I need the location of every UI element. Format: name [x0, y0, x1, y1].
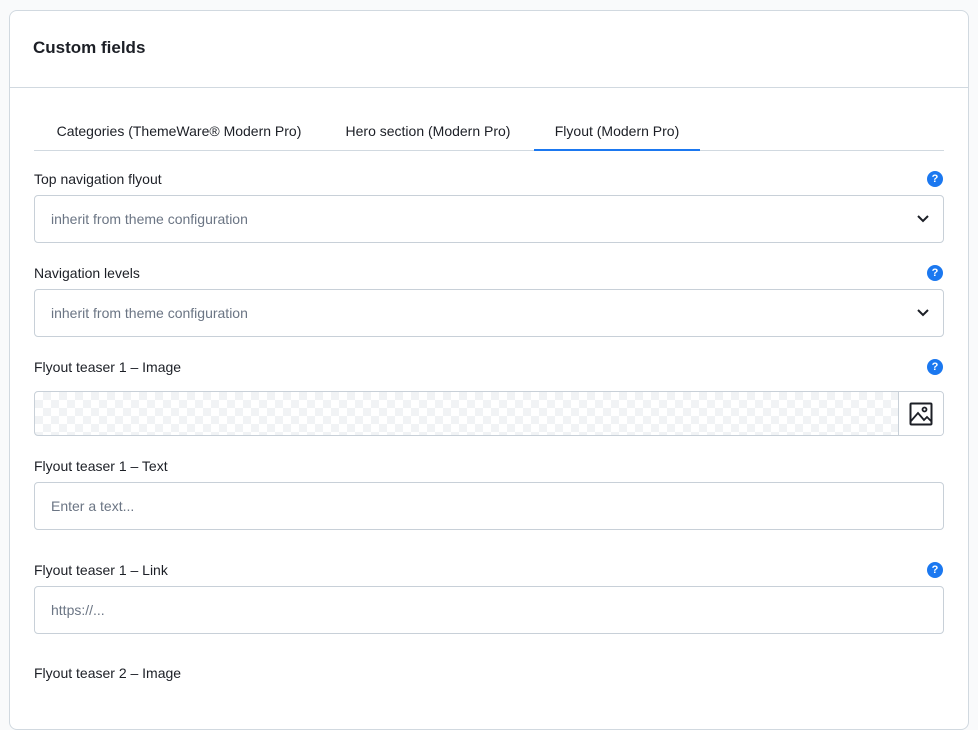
top-nav-flyout-select[interactable]: inherit from theme configuration	[34, 195, 944, 243]
card-title: Custom fields	[33, 38, 146, 57]
chevron-down-icon	[917, 309, 929, 317]
nav-levels-select[interactable]: inherit from theme configuration	[34, 289, 944, 337]
image-icon	[909, 402, 933, 426]
tab-flyout[interactable]: Flyout (Modern Pro)	[534, 116, 700, 151]
top-nav-flyout-value: inherit from theme configuration	[51, 211, 248, 227]
help-icon[interactable]: ?	[927, 171, 943, 187]
chevron-down-icon	[917, 215, 929, 223]
help-icon[interactable]: ?	[927, 359, 943, 375]
nav-levels-label: Navigation levels	[34, 265, 140, 281]
help-icon[interactable]: ?	[927, 265, 943, 281]
help-icon[interactable]: ?	[927, 562, 943, 578]
teaser1-link-label: Flyout teaser 1 – Link	[34, 562, 168, 578]
teaser1-image-label: Flyout teaser 1 – Image	[34, 359, 182, 375]
nav-levels-value: inherit from theme configuration	[51, 305, 248, 321]
teaser2-image-label: Flyout teaser 2 – Image	[34, 665, 182, 681]
tab-categories[interactable]: Categories (ThemeWare® Modern Pro)	[34, 116, 324, 151]
teaser1-link-input[interactable]: https://...	[34, 586, 944, 634]
media-picker-button[interactable]	[898, 392, 943, 435]
teaser1-image-field[interactable]	[34, 391, 944, 436]
tab-bar: Categories (ThemeWare® Modern Pro) Hero …	[34, 116, 944, 151]
teaser1-text-label: Flyout teaser 1 – Text	[34, 458, 168, 474]
card-header: Custom fields	[10, 11, 968, 88]
tab-hero-section[interactable]: Hero section (Modern Pro)	[333, 116, 523, 151]
custom-fields-card: Custom fields Categories (ThemeWare® Mod…	[9, 10, 969, 730]
top-nav-flyout-label: Top navigation flyout	[34, 171, 162, 187]
teaser1-text-input[interactable]: Enter a text...	[34, 482, 944, 530]
